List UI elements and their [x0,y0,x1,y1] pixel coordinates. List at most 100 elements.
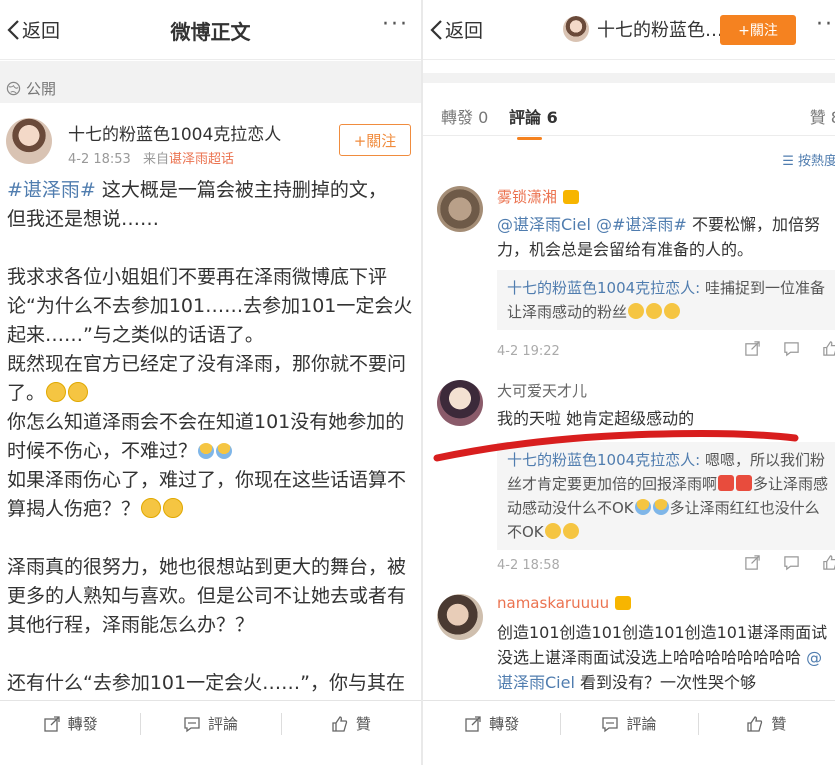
avatar[interactable] [6,118,52,164]
more-icon[interactable]: ··· [382,12,409,37]
tab-bar: 轉發 0 評論 6 贊 8 [423,92,835,140]
more-icon[interactable]: ··· [816,12,835,37]
thumbs-up-icon[interactable] [822,340,835,357]
nav-bar: 返回 十七的粉蓝色… +關注 ··· [423,0,835,60]
post-preview-strip [423,61,835,83]
from-prefix: 来自 [142,152,169,167]
author-header: 十七的粉蓝色1004克拉恋人 4-2 18:53 来自谌泽雨超话 +關注 [6,112,411,172]
comment-text: 创造101创造101创造101创造101谌泽雨面试没选上谌泽雨面试没选上哈哈哈哈… [497,623,828,692]
awkward-emoji-icon [141,498,162,518]
comment-icon[interactable] [783,340,800,357]
comment-actions [744,340,835,357]
repost-button[interactable]: 轉發 [423,701,560,746]
repost-button[interactable]: 轉發 [0,701,140,746]
share-icon [465,715,481,732]
post-line: #谌泽雨# 这大概是一篇会被主持删掉的文， [7,179,387,201]
post-paragraph: 你怎么知道泽雨会不会在知道101没有她参加的时候不伤心，不难过？ [7,411,405,462]
chevron-left-icon [430,19,442,40]
thumbs-up-icon [747,715,763,732]
follow-button[interactable]: +關注 [720,15,796,45]
post-body: #谌泽雨# 这大概是一篇会被主持删掉的文， 但我还是想说…… 我求求各位小姐姐们… [7,176,413,756]
comment-time: 4-2 19:22 [497,344,560,359]
comment-item: 大可爱天才儿 我的天啦 她肯定超级感动的 十七的粉蓝色1004克拉恋人: 嗯嗯，… [423,380,835,580]
vip-badge-icon [563,189,580,204]
share-icon[interactable] [744,554,761,571]
like-button[interactable]: 贊 [697,701,835,746]
cry-emoji-icon [646,303,663,319]
comment-item: namaskaruuuu 创造101创造101创造101创造101谌泽雨面试没选… [423,594,835,700]
share-icon[interactable] [744,340,761,357]
post-paragraph: 我求求各位小姐姐们不要再在泽雨微博底下评论“为什么不去参加101……去参加101… [7,266,413,346]
comments-screen: 返回 十七的粉蓝色… +關注 ··· 轉發 0 評論 6 贊 8 ☰ 按熱度 雾… [423,0,835,765]
awkward-emoji-icon [163,498,184,518]
comment-time: 4-2 18:58 [497,558,560,573]
action-bar: 轉發 評論 贊 [423,700,835,746]
sweat-emoji-icon [634,499,651,515]
sweat-emoji-icon [652,499,669,515]
thumbs-up-icon [332,715,347,732]
reply-user-link[interactable]: 十七的粉蓝色1004克拉恋人: [507,279,700,297]
share-icon [44,715,60,732]
cry-emoji-icon [664,303,681,319]
back-button[interactable]: 返回 [429,16,483,43]
topic-link[interactable]: @#谌泽雨# [596,215,687,234]
page-title: 十七的粉蓝色… [563,16,723,42]
avatar[interactable] [563,16,589,42]
back-label: 返回 [445,20,484,42]
comment-button[interactable]: 評論 [140,701,280,746]
thumbs-up-icon[interactable] [822,554,835,571]
vip-badge-icon [615,596,632,610]
comment-icon[interactable] [783,554,800,571]
tab-comment[interactable]: 評論 6 [509,104,558,140]
tab-repost[interactable]: 轉發 0 [441,104,488,128]
avatar[interactable] [437,380,483,426]
globe-icon [6,81,21,95]
post-time: 4-2 18:53 [68,152,131,167]
reply-quote[interactable]: 十七的粉蓝色1004克拉恋人: 哇捕捉到一位准备让泽雨感动的粉丝 [497,270,835,330]
visibility-bar: 公開 [0,61,421,103]
reply-quote[interactable]: 十七的粉蓝色1004克拉恋人: 嗯嗯，所以我们粉丝才肯定要更加倍的回报泽雨啊 多让… [497,442,835,550]
post-paragraph: 既然现在官方已经定了没有泽雨，那你就不要问了。 [7,353,407,404]
sweat-emoji-icon [216,443,233,459]
comment-item: 雾锁潇湘 @谌泽雨Ciel @#谌泽雨# 不要松懈，加倍努力，机会总是会留给有准… [423,186,835,366]
avatar[interactable] [437,186,483,232]
red-emoji-icon [736,475,753,491]
comment-button[interactable]: 評論 [560,701,697,746]
comment-icon [602,716,619,732]
post-detail-screen: 返回 微博正文 ··· 公開 十七的粉蓝色1004克拉恋人 4-2 18:53 … [0,0,421,765]
follow-button[interactable]: +關注 [339,124,411,156]
comment-username[interactable]: 雾锁潇湘 [497,186,580,207]
comment-username[interactable]: 大可爱天才儿 [497,380,587,401]
upside-down-emoji-icon [68,382,89,402]
topic-link[interactable]: #谌泽雨# [7,179,96,201]
action-bar: 轉發 評論 贊 [0,700,421,746]
sort-toggle[interactable]: ☰ 按熱度 [782,150,835,169]
avatar[interactable] [437,594,483,640]
comment-text: 我的天啦 她肯定超级感动的 [497,409,695,428]
title-text: 十七的粉蓝色… [597,20,723,41]
page-title: 微博正文 [170,20,251,44]
comment-text: @谌泽雨Ciel @#谌泽雨# 不要松懈，加倍努力，机会总是会留给有准备的人的。 [497,215,820,259]
red-emoji-icon [718,475,735,491]
sweat-emoji-icon [198,443,215,459]
post-paragraph: 泽雨真的很努力，她也很想站到更大的舞台，被更多的人熟知与喜欢。但是公司不让她去或… [7,556,407,636]
tab-like[interactable]: 贊 8 [810,104,835,128]
cry-emoji-icon [562,523,579,539]
post-meta: 4-2 18:53 来自谌泽雨超话 [68,148,234,167]
nav-bar: 返回 微博正文 ··· [0,0,421,60]
cry-emoji-icon [628,303,645,319]
post-paragraph: 如果泽雨伤心了，难过了，你现在这些话语算不算揭人伤疤？？ [7,469,407,520]
post-line: 但我还是想说…… [7,208,160,230]
comment-icon [184,716,200,732]
reply-user-link[interactable]: 十七的粉蓝色1004克拉恋人: [507,451,700,469]
comment-username[interactable]: namaskaruuuu [497,594,632,612]
sort-icon: ☰ [782,154,798,169]
author-name[interactable]: 十七的粉蓝色1004克拉恋人 [68,120,281,145]
cry-emoji-icon [544,523,561,539]
like-button[interactable]: 贊 [280,701,421,746]
upside-down-emoji-icon [46,382,67,402]
post-source-link[interactable]: 谌泽雨超话 [169,152,234,167]
mention-link[interactable]: @谌泽雨Ciel [497,215,591,234]
visibility-label: 公開 [26,79,57,98]
comment-actions [744,554,835,571]
